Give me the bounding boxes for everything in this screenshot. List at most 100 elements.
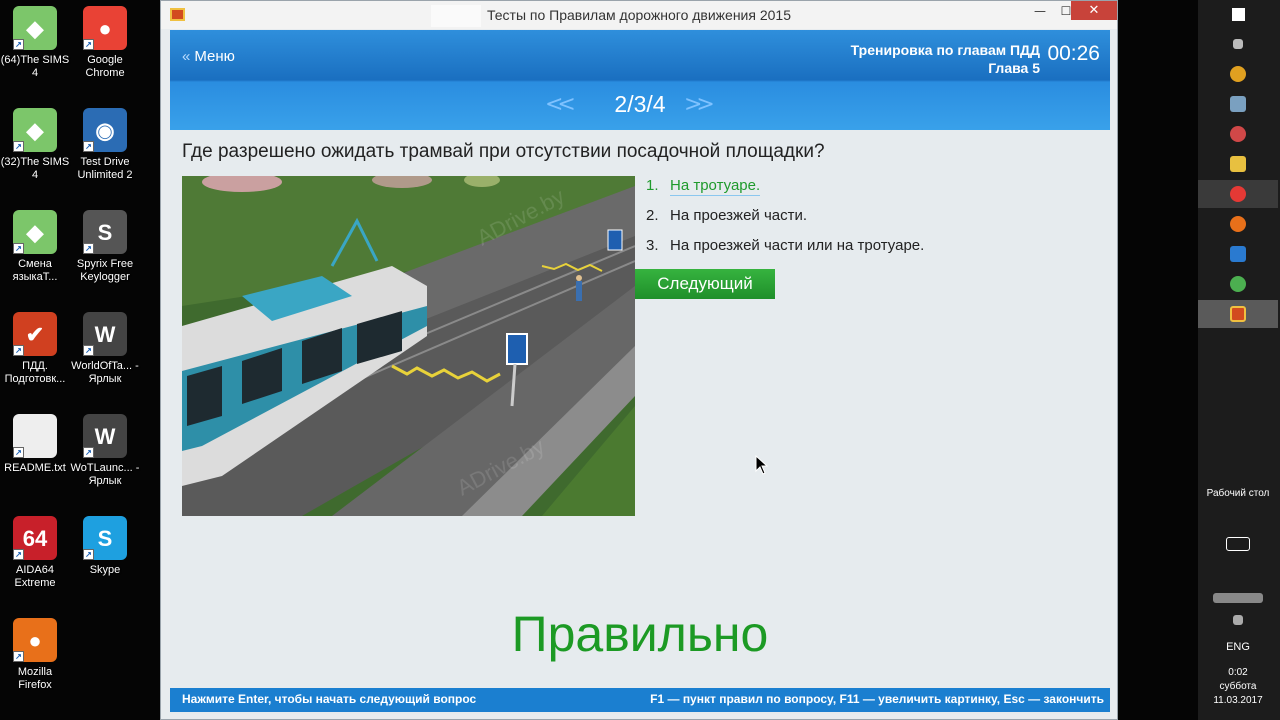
question-illustration[interactable]: ADrive.by ADrive.by <box>182 176 635 516</box>
desktop-icon-label: Test Drive Unlimited 2 <box>77 156 133 181</box>
question-nav: << 2/3/4 >> <box>170 82 1110 128</box>
desktop-app-icon: ◉ ↗ <box>83 108 127 152</box>
desktop-icon-label: Spyrix Free Keylogger <box>76 258 134 283</box>
prev-question-icon[interactable]: << <box>545 92 576 117</box>
desktop-icon[interactable]: 64 ↗ AIDA64 Extreme <box>0 516 70 590</box>
pin-icon <box>1233 39 1243 49</box>
window-title: Тесты по Правилам дорожного движения 201… <box>486 7 791 23</box>
desktop-icon-label: Смена языкаТ... <box>12 258 58 283</box>
close-button[interactable]: ✕ <box>1071 1 1117 20</box>
desktop-icon[interactable]: ✔ ↗ ПДД. Подготовк... <box>0 312 70 386</box>
desktop-icon[interactable]: ● ↗ Mozilla Firefox <box>0 618 70 692</box>
shortcut-arrow-icon: ↗ <box>83 447 94 458</box>
desktop-app-icon: 64 ↗ <box>13 516 57 560</box>
app-content: «Меню Тренировка по главам ПДД Глава 5 0… <box>170 30 1110 714</box>
mode-line1: Тренировка по главам ПДД <box>850 42 1040 58</box>
pdd-app-icon <box>1230 306 1246 322</box>
desktop-app-icon: ◆ ↗ <box>13 6 57 50</box>
taskbar-item[interactable] <box>1198 270 1278 298</box>
desktop-icon-label: Google Chrome <box>85 54 125 79</box>
shortcut-arrow-icon: ↗ <box>13 651 24 662</box>
answer-option-2[interactable]: 2. На проезжей части. <box>646 207 1106 237</box>
start-button[interactable] <box>1198 0 1278 28</box>
next-button[interactable]: Следующий <box>635 269 775 299</box>
desktop-icon-label: Mozilla Firefox <box>17 666 53 691</box>
chrome-icon <box>1230 276 1246 292</box>
desktop-icon[interactable]: ◆ ↗ Смена языкаТ... <box>0 210 70 284</box>
desktop-app-icon: ● ↗ <box>13 618 57 662</box>
desktop-icon-label: AIDA64 Extreme <box>14 564 56 589</box>
shortcut-arrow-icon: ↗ <box>13 447 24 458</box>
desktop-icon[interactable]: ◉ ↗ Test Drive Unlimited 2 <box>70 108 140 182</box>
firefox-icon <box>1230 216 1246 232</box>
taskbar-item[interactable] <box>1198 150 1278 178</box>
desktop-icon[interactable]: ◆ ↗ (32)The SIMS 4 <box>0 108 70 182</box>
footer-bar: Нажмите Enter, чтобы начать следующий во… <box>170 688 1110 712</box>
desktop-app-icon: S ↗ <box>83 210 127 254</box>
keyboard-button[interactable] <box>1198 530 1278 558</box>
app-icon <box>1230 66 1246 82</box>
taskbar-item[interactable] <box>1198 30 1278 58</box>
answer-option-3[interactable]: 3. На проезжей части или на тротуаре. <box>646 237 1106 267</box>
answer-text: На проезжей части. <box>670 207 808 224</box>
desktop-icon[interactable]: ↗ README.txt <box>0 414 70 475</box>
tram-scene-image: ADrive.by ADrive.by <box>182 176 635 516</box>
clock-day: суббота <box>1219 681 1257 692</box>
desktop-icon[interactable]: S ↗ Skype <box>70 516 140 577</box>
folder-icon <box>1230 156 1246 172</box>
shortcut-arrow-icon: ↗ <box>13 141 24 152</box>
taskbar-item[interactable] <box>1198 90 1278 118</box>
answer-number: 1. <box>646 177 659 194</box>
window-titlebar[interactable]: Тесты по Правилам дорожного движения 201… <box>161 1 1117 29</box>
app-window: Тесты по Правилам дорожного движения 201… <box>160 0 1118 720</box>
language-indicator[interactable]: ENG <box>1198 641 1278 653</box>
answer-option-1[interactable]: 1. На тротуаре. <box>646 177 1106 207</box>
back-chevron-icon: « <box>182 48 191 65</box>
desktop-app-icon: ↗ <box>13 414 57 458</box>
desktop-icon-label: ПДД. Подготовк... <box>4 360 66 385</box>
footer-hint-right: F1 — пункт правил по вопросу, F11 — увел… <box>650 692 1104 706</box>
desktop-icon[interactable]: W ↗ WorldOfTa... - Ярлык <box>70 312 140 386</box>
desktop-icon[interactable]: ● ↗ Google Chrome <box>70 6 140 80</box>
answer-text: На тротуаре. <box>670 177 761 196</box>
app-header: «Меню Тренировка по главам ПДД Глава 5 0… <box>170 30 1110 130</box>
volume-icon <box>1233 615 1243 625</box>
taskbar-item[interactable] <box>1198 240 1278 268</box>
taskbar-item[interactable] <box>1198 210 1278 238</box>
taskbar-item-active[interactable] <box>1198 300 1278 328</box>
desktop-app-icon: ◆ ↗ <box>13 108 57 152</box>
clock-time: 0:02 <box>1228 667 1248 678</box>
keyboard-icon <box>1226 537 1250 551</box>
answer-text: На проезжей части или на тротуаре. <box>670 237 925 254</box>
desktop-icon-label: Skype <box>89 564 121 576</box>
desktop-toolbar-label[interactable]: Рабочий стол <box>1198 488 1278 499</box>
taskbar: Рабочий стол ENG 0:02 суббота 11.03.2017 <box>1198 0 1280 720</box>
desktop-icon-label: (64)The SIMS 4 <box>0 54 70 79</box>
question-counter: 2/3/4 <box>614 91 666 117</box>
shortcut-arrow-icon: ↗ <box>83 549 94 560</box>
minimize-button[interactable]: — <box>1027 1 1053 21</box>
answer-number: 2. <box>646 207 659 224</box>
mode-title: Тренировка по главам ПДД Глава 5 <box>851 41 1040 77</box>
desktop-icon-label: WorldOfTa... - Ярлык <box>71 360 139 385</box>
mouse-cursor-icon <box>755 455 769 475</box>
taskbar-item[interactable] <box>1198 60 1278 88</box>
clock[interactable]: 0:02 суббота 11.03.2017 <box>1198 666 1278 708</box>
app-icon <box>1230 96 1246 112</box>
taskbar-item[interactable] <box>1198 180 1278 208</box>
shortcut-arrow-icon: ↗ <box>83 243 94 254</box>
desktop-icon[interactable]: S ↗ Spyrix Free Keylogger <box>70 210 140 284</box>
desktop-app-icon: ● ↗ <box>83 6 127 50</box>
answers-list: 1. На тротуаре. 2. На проезжей части. 3.… <box>646 177 1106 267</box>
mode-line2: Глава 5 <box>988 60 1040 76</box>
menu-button[interactable]: «Меню <box>182 48 235 65</box>
taskbar-item[interactable] <box>1198 120 1278 148</box>
volume-button[interactable] <box>1198 606 1278 634</box>
app-icon <box>1230 246 1246 262</box>
desktop-icon[interactable]: ◆ ↗ (64)The SIMS 4 <box>0 6 70 80</box>
next-question-icon[interactable]: >> <box>684 92 715 117</box>
shortcut-arrow-icon: ↗ <box>83 141 94 152</box>
yandex-icon <box>1230 186 1246 202</box>
network-battery-icon <box>1213 593 1263 603</box>
desktop-icon[interactable]: W ↗ WoTLaunc... - Ярлык <box>70 414 140 488</box>
